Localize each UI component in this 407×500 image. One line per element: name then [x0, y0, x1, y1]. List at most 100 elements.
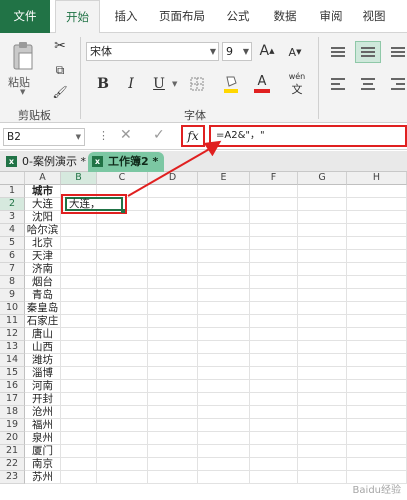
cell-e14[interactable] — [198, 354, 250, 367]
cell-c6[interactable] — [97, 250, 148, 263]
cell-g23[interactable] — [298, 471, 347, 484]
row-header[interactable]: 22 — [0, 458, 25, 471]
cell-e6[interactable] — [198, 250, 250, 263]
cell-f12[interactable] — [250, 328, 298, 341]
active-cell-b2[interactable]: 大连， — [65, 197, 123, 211]
borders-icon[interactable] — [188, 75, 206, 93]
cell-f18[interactable] — [250, 406, 298, 419]
cell-b19[interactable] — [61, 419, 97, 432]
cell-b21[interactable] — [61, 445, 97, 458]
cell-b14[interactable] — [61, 354, 97, 367]
row-header[interactable]: 20 — [0, 432, 25, 445]
cell-d4[interactable] — [148, 224, 198, 237]
cell-a14[interactable]: 潍坊 — [25, 354, 61, 367]
cell-a2[interactable]: 大连 — [25, 198, 61, 211]
cell-c13[interactable] — [97, 341, 148, 354]
row-header[interactable]: 16 — [0, 380, 25, 393]
cell-d17[interactable] — [148, 393, 198, 406]
row-header[interactable]: 3 — [0, 211, 25, 224]
enter-icon[interactable]: ✓ — [153, 127, 165, 143]
cell-g9[interactable] — [298, 289, 347, 302]
cell-c17[interactable] — [97, 393, 148, 406]
cell-h16[interactable] — [347, 380, 407, 393]
cell-a16[interactable]: 河南 — [25, 380, 61, 393]
cell-c20[interactable] — [97, 432, 148, 445]
cell-e16[interactable] — [198, 380, 250, 393]
cell-a21[interactable]: 厦门 — [25, 445, 61, 458]
cell-e20[interactable] — [198, 432, 250, 445]
cell-b6[interactable] — [61, 250, 97, 263]
cell-f5[interactable] — [250, 237, 298, 250]
cell-a3[interactable]: 沈阳 — [25, 211, 61, 224]
row-header[interactable]: 15 — [0, 367, 25, 380]
cell-g21[interactable] — [298, 445, 347, 458]
cell-f22[interactable] — [250, 458, 298, 471]
cell-a8[interactable]: 烟台 — [25, 276, 61, 289]
cell-g14[interactable] — [298, 354, 347, 367]
cell-f21[interactable] — [250, 445, 298, 458]
cell-d5[interactable] — [148, 237, 198, 250]
tab-page-layout[interactable]: 页面布局 — [150, 0, 214, 33]
cell-g12[interactable] — [298, 328, 347, 341]
italic-button[interactable]: I — [122, 75, 140, 93]
cell-b23[interactable] — [61, 471, 97, 484]
cell-a4[interactable]: 哈尔滨 — [25, 224, 61, 237]
column-header-h[interactable]: H — [347, 172, 407, 185]
cell-e21[interactable] — [198, 445, 250, 458]
font-name-select[interactable]: 宋体 ▼ — [86, 42, 219, 61]
row-header[interactable]: 9 — [0, 289, 25, 302]
align-top-icon[interactable] — [330, 45, 346, 59]
tab-file[interactable]: 文件 — [0, 0, 50, 33]
row-header[interactable]: 5 — [0, 237, 25, 250]
cell-e5[interactable] — [198, 237, 250, 250]
cell-d8[interactable] — [148, 276, 198, 289]
cell-b7[interactable] — [61, 263, 97, 276]
row-header[interactable]: 11 — [0, 315, 25, 328]
cell-d9[interactable] — [148, 289, 198, 302]
cell-a23[interactable]: 苏州 — [25, 471, 61, 484]
cell-a6[interactable]: 天津 — [25, 250, 61, 263]
cell-c22[interactable] — [97, 458, 148, 471]
tab-formulas[interactable]: 公式 — [218, 0, 258, 33]
cell-c8[interactable] — [97, 276, 148, 289]
column-header-a[interactable]: A — [25, 172, 61, 185]
cell-b8[interactable] — [61, 276, 97, 289]
cell-e1[interactable] — [198, 185, 250, 198]
cell-e17[interactable] — [198, 393, 250, 406]
cell-e15[interactable] — [198, 367, 250, 380]
cell-c12[interactable] — [97, 328, 148, 341]
underline-dropdown-icon[interactable]: ▼ — [172, 80, 177, 88]
cell-e11[interactable] — [198, 315, 250, 328]
format-painter-icon[interactable]: 🖌 — [50, 83, 70, 101]
font-size-select[interactable]: 9 ▼ — [222, 42, 252, 61]
row-header[interactable]: 13 — [0, 341, 25, 354]
cell-e19[interactable] — [198, 419, 250, 432]
cell-a22[interactable]: 南京 — [25, 458, 61, 471]
cell-h6[interactable] — [347, 250, 407, 263]
cell-h5[interactable] — [347, 237, 407, 250]
cell-f16[interactable] — [250, 380, 298, 393]
cell-f13[interactable] — [250, 341, 298, 354]
cell-f14[interactable] — [250, 354, 298, 367]
cell-h2[interactable] — [347, 198, 407, 211]
cell-a1[interactable]: 城市 — [25, 185, 61, 198]
cell-f11[interactable] — [250, 315, 298, 328]
cell-d15[interactable] — [148, 367, 198, 380]
row-header[interactable]: 10 — [0, 302, 25, 315]
column-header-e[interactable]: E — [198, 172, 250, 185]
align-right-icon[interactable] — [390, 77, 406, 91]
cell-c19[interactable] — [97, 419, 148, 432]
phonetic-guide-button[interactable]: wén 文 — [286, 72, 308, 96]
cell-g6[interactable] — [298, 250, 347, 263]
tab-review[interactable]: 审阅 — [311, 0, 351, 33]
cell-g15[interactable] — [298, 367, 347, 380]
row-header[interactable]: 4 — [0, 224, 25, 237]
cell-f7[interactable] — [250, 263, 298, 276]
cell-d22[interactable] — [148, 458, 198, 471]
cell-f8[interactable] — [250, 276, 298, 289]
align-bottom-icon[interactable] — [390, 45, 406, 59]
font-color-button[interactable]: A — [252, 73, 272, 95]
cell-g20[interactable] — [298, 432, 347, 445]
align-center-icon[interactable] — [360, 77, 376, 91]
row-header[interactable]: 8 — [0, 276, 25, 289]
